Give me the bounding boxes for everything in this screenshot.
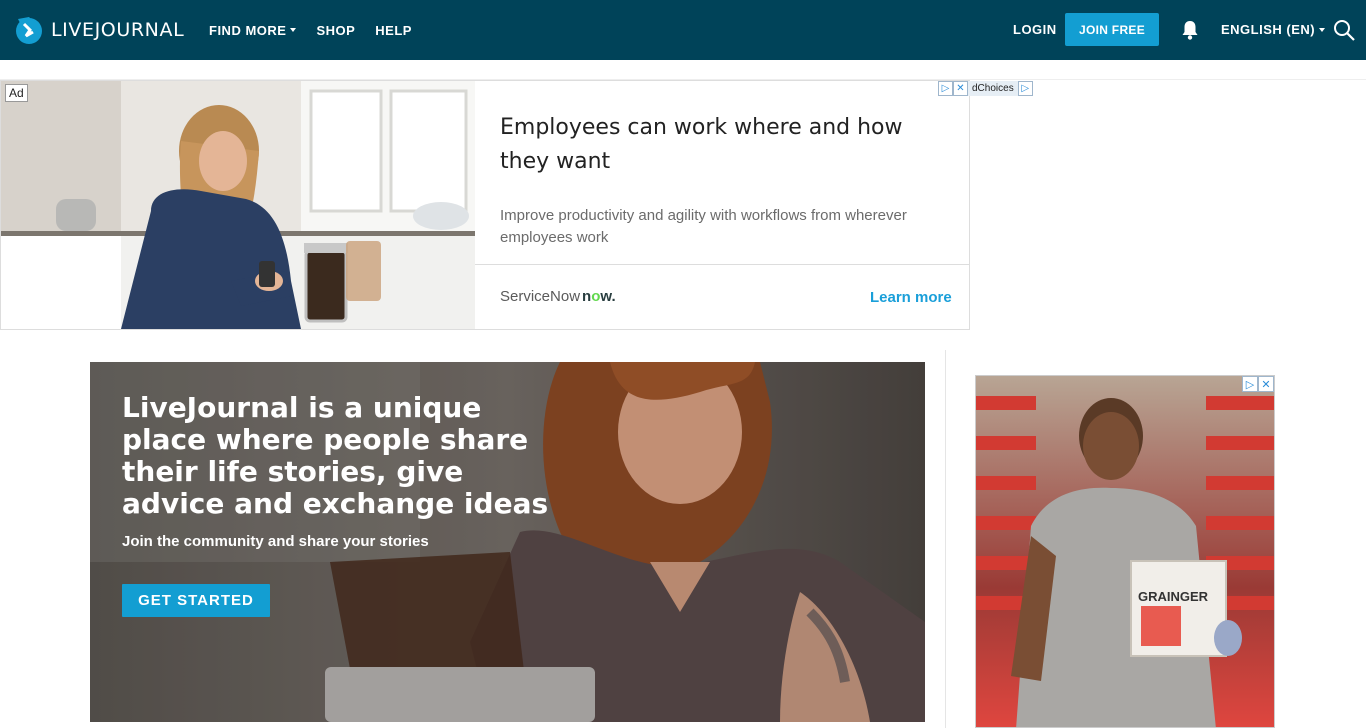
hero-title: LiveJournal is a unique place where peop… xyxy=(122,391,549,520)
nav-help[interactable]: HELP xyxy=(375,23,412,38)
side-ad-photo: GRAINGER xyxy=(976,376,1274,727)
language-label: ENGLISH (EN) xyxy=(1221,22,1316,37)
nav-help-label: HELP xyxy=(375,22,412,38)
logo-letter-n: n xyxy=(582,288,592,305)
bell-icon[interactable] xyxy=(1178,18,1202,42)
language-selector[interactable]: ENGLISH (EN) xyxy=(1221,22,1326,37)
adchoices-icon: ▷ xyxy=(1242,376,1258,392)
column-divider xyxy=(945,350,946,728)
adchoices-icon: ▷ xyxy=(1017,81,1033,96)
adchoices-badge[interactable]: ▷ ✕ dChoices ▷ xyxy=(938,81,1033,96)
nav-find-more[interactable]: FIND MORE xyxy=(209,22,297,38)
search-icon[interactable] xyxy=(1332,18,1356,42)
chevron-down-icon xyxy=(1319,27,1326,32)
main-nav: FIND MORE SHOP HELP xyxy=(209,0,432,60)
join-free-button[interactable]: JOIN FREE xyxy=(1065,13,1159,46)
nav-shop[interactable]: SHOP xyxy=(316,23,355,38)
servicenow-logo-icon: now. xyxy=(582,288,616,305)
ad-brand[interactable]: ServiceNow now. xyxy=(500,288,616,305)
adchoices-label: dChoices xyxy=(972,83,1014,94)
adchoices-icon: ▷ xyxy=(938,81,953,96)
top-banner-ad[interactable]: Ad Employees can work where and how they… xyxy=(0,80,970,330)
side-banner-ad[interactable]: GRAINGER ▷ ✕ xyxy=(975,375,1275,728)
ad-headline[interactable]: Employees can work where and how they wa… xyxy=(500,111,955,179)
get-started-button[interactable]: GET STARTED xyxy=(122,584,270,617)
ad-body-text: Improve productivity and agility with wo… xyxy=(500,207,907,246)
learn-more-link[interactable]: Learn more xyxy=(870,289,952,306)
nav-shop-label: SHOP xyxy=(316,22,356,38)
ad-tag: Ad xyxy=(5,84,28,102)
chevron-down-icon xyxy=(290,28,297,32)
login-link[interactable]: LOGIN xyxy=(1013,22,1057,37)
livejournal-logo[interactable]: LIVEJOURNAL xyxy=(15,14,184,46)
side-adchoices[interactable]: ▷ ✕ xyxy=(1242,376,1274,392)
nav-find-more-label: FIND MORE xyxy=(209,22,287,38)
logo-letter-o: o xyxy=(591,288,601,305)
ad-brand-name: ServiceNow xyxy=(500,288,581,305)
top-navigation-bar: LIVEJOURNAL FIND MORE SHOP HELP LOGIN JO… xyxy=(0,0,1366,60)
ad-divider xyxy=(475,264,970,265)
close-icon[interactable]: ✕ xyxy=(1258,376,1274,392)
ad-image-woman-kitchen[interactable]: Ad xyxy=(1,81,475,329)
ad-photo xyxy=(1,81,475,329)
close-icon[interactable]: ✕ xyxy=(953,81,968,96)
livejournal-logo-icon xyxy=(16,17,42,44)
hero-banner: LiveJournal is a unique place where peop… xyxy=(90,362,925,722)
grainger-box-label: GRAINGER xyxy=(1138,589,1209,604)
logo-letter-w: w. xyxy=(600,288,616,305)
header-subbar xyxy=(0,60,1366,80)
logo-text: LIVEJOURNAL xyxy=(51,19,185,41)
hero-subtitle: Join the community and share your storie… xyxy=(122,533,429,550)
